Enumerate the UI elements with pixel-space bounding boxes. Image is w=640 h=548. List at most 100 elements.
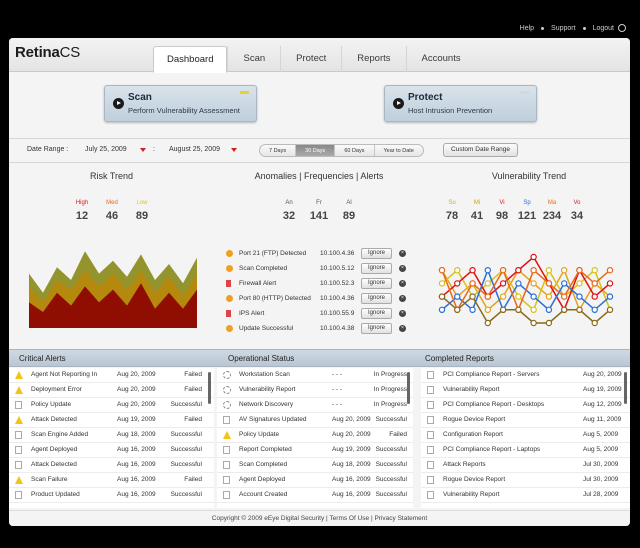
ignore-button[interactable]: Ignore (361, 308, 392, 319)
date-to-field[interactable]: August 25, 2009 (169, 146, 220, 153)
spinner-icon (223, 401, 231, 409)
ignore-button[interactable]: Ignore (361, 278, 392, 289)
tab-reports[interactable]: Reports (341, 46, 405, 72)
privacy-link[interactable]: Privacy Statement (374, 515, 427, 522)
item-status: Successful (375, 416, 407, 423)
close-icon[interactable]: × (399, 280, 406, 287)
list-item[interactable]: PCI Compliance Report - Desktops Aug 12, … (421, 398, 630, 413)
list-item[interactable]: Deployment Error Aug 20, 2009 Failed (9, 383, 214, 398)
list-item[interactable]: Vulnerability Report Jul 28, 2009 (421, 488, 630, 503)
item-status: Successful (375, 491, 407, 498)
scrollbar[interactable] (407, 372, 410, 404)
scrollbar[interactable] (624, 372, 627, 404)
list-item[interactable]: Product Updated Aug 16, 2009 Successful (9, 488, 214, 503)
list-item[interactable]: Network Discovery - - - In Progress (217, 398, 413, 413)
status-flag-icon (240, 91, 249, 94)
list-item[interactable]: Vulnerability Report Aug 19, 2009 (421, 383, 630, 398)
list-item[interactable]: Configuration Report Aug 5, 2009 (421, 428, 630, 443)
data-point (438, 280, 446, 287)
logout-link[interactable]: Logout (593, 25, 614, 32)
list-item[interactable]: PCI Compliance Report - Laptops Aug 5, 20… (421, 443, 630, 458)
doc-icon (427, 371, 434, 379)
doc-icon (15, 446, 22, 454)
anomaly-ip: 10.100.52.3 (320, 280, 355, 287)
chevron-down-icon[interactable] (140, 148, 146, 152)
item-name: Network Discovery (239, 401, 294, 408)
list-item[interactable]: Workstation Scan - - - In Progress (217, 368, 413, 383)
list-item[interactable]: Policy Update Aug 20, 2009 Successful (9, 398, 214, 413)
list-item[interactable]: Agent Deployed Aug 16, 2009 Successful (9, 443, 214, 458)
list-item[interactable]: Policy Update Aug 20, 2009 Failed (217, 428, 413, 443)
logo: RetinaCS (15, 44, 81, 61)
doc-icon (15, 401, 22, 409)
anomaly-ip: 10.100.55.9 (320, 310, 355, 317)
custom-date-range-button[interactable]: Custom Date Range (443, 143, 518, 157)
risk-stat-med: Med 46 (105, 200, 119, 222)
terms-link[interactable]: Terms Of Use (329, 515, 369, 522)
help-link[interactable]: Help (520, 25, 534, 32)
list-item[interactable]: Scan Completed Aug 18, 2009 Successful (217, 458, 413, 473)
list-item[interactable]: Report Completed Aug 19, 2009 Successful (217, 443, 413, 458)
item-date: Aug 16, 2009 (332, 476, 371, 483)
warning-icon (226, 250, 233, 257)
list-item[interactable]: Rogue Device Report Jul 30, 2009 (421, 473, 630, 488)
doc-icon (427, 476, 434, 484)
item-date: Aug 16, 2009 (117, 461, 156, 468)
list-item[interactable]: AV Signatures Updated Aug 20, 2009 Success… (217, 413, 413, 428)
scan-action-button[interactable]: Scan Perform Vulnerability Assessment (104, 85, 257, 122)
data-point (560, 306, 568, 314)
tab-scan[interactable]: Scan (227, 46, 280, 72)
list-item[interactable]: Account Created Aug 16, 2009 Successful (217, 488, 413, 503)
item-name: Workstation Scan (239, 371, 290, 378)
close-icon[interactable]: × (399, 325, 406, 332)
item-status: Successful (375, 461, 407, 468)
list-item[interactable]: Attack Detected Aug 16, 2009 Successful (9, 458, 214, 473)
data-point (606, 280, 614, 287)
list-item[interactable]: Attack Reports Jul 30, 2009 (421, 458, 630, 473)
item-date: Aug 19, 2009 (117, 416, 156, 423)
scrollbar[interactable] (208, 372, 211, 404)
tab-dashboard[interactable]: Dashboard (153, 46, 228, 73)
protect-action-button[interactable]: Protect Host Intrusion Prevention (384, 85, 537, 122)
close-icon[interactable]: × (399, 250, 406, 257)
list-item[interactable]: Attack Detected Aug 19, 2009 Failed (9, 413, 214, 428)
data-point (469, 293, 476, 300)
power-icon[interactable] (618, 24, 626, 32)
ignore-button[interactable]: Ignore (361, 248, 392, 259)
tab-protect[interactable]: Protect (280, 46, 341, 72)
range-year-to-date[interactable]: Year to Date (373, 145, 423, 156)
list-item[interactable]: Scan Engine Added Aug 18, 2009 Successful (9, 428, 214, 443)
list-item[interactable]: Scan Failure Aug 16, 2009 Failed (9, 473, 214, 488)
tab-accounts[interactable]: Accounts (405, 46, 476, 72)
item-name: Deployment Error (31, 386, 82, 393)
list-item[interactable]: Agent Not Reporting In Aug 20, 2009 Failed (9, 368, 214, 383)
data-point (591, 293, 598, 300)
date-from-field[interactable]: July 25, 2009 (85, 146, 127, 153)
close-icon[interactable]: × (399, 310, 406, 317)
data-point (560, 267, 568, 274)
range-7-days[interactable]: 7 Days (260, 145, 295, 156)
item-name: Policy Update (31, 401, 72, 408)
separator-dot (582, 26, 586, 30)
ignore-button[interactable]: Ignore (361, 263, 392, 274)
chevron-down-icon[interactable] (231, 148, 237, 152)
close-icon[interactable]: × (399, 295, 406, 302)
item-status: Successful (170, 446, 202, 453)
list-item[interactable]: PCI Compliance Report - Servers Aug 20, 2… (421, 368, 630, 383)
item-status: Failed (184, 386, 202, 393)
list-item[interactable]: Vulnerability Report - - - In Progress (217, 383, 413, 398)
range-30-days[interactable]: 30 Days (295, 145, 335, 156)
list-item[interactable]: Agent Deployed Aug 16, 2009 Successful (217, 473, 413, 488)
list-item[interactable]: Rogue Device Report Aug 11, 2009 (421, 413, 630, 428)
data-point (576, 293, 583, 300)
data-point (591, 319, 598, 327)
range-60-days[interactable]: 60 Days (334, 145, 373, 156)
status-flag-icon (520, 91, 529, 94)
support-link[interactable]: Support (551, 25, 576, 32)
item-date: Aug 16, 2009 (117, 476, 156, 483)
ignore-button[interactable]: Ignore (361, 293, 392, 304)
ignore-button[interactable]: Ignore (361, 323, 392, 334)
spinner-icon (223, 371, 231, 379)
item-name: PCI Compliance Report - Desktops (443, 401, 545, 408)
close-icon[interactable]: × (399, 265, 406, 272)
